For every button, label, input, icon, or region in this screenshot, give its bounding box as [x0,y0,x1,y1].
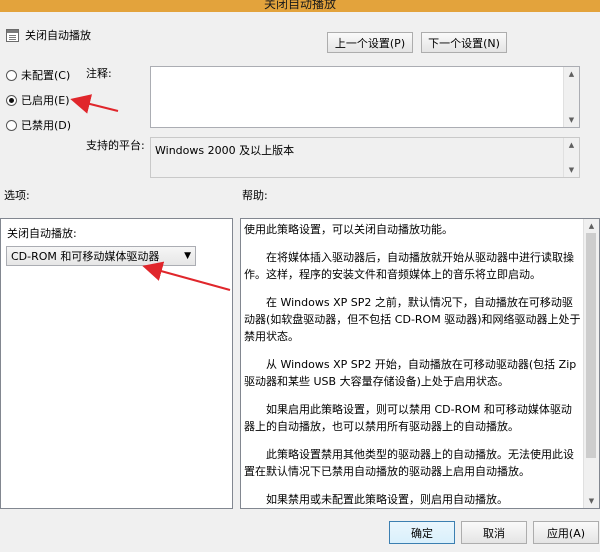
triangle-up-icon[interactable]: ▲ [564,67,579,81]
radio-label: 已启用(E) [21,94,70,107]
cancel-button[interactable]: 取消 [461,521,527,544]
platform-field: Windows 2000 及以上版本 ▲ ▼ [150,137,580,178]
help-paragraph: 从 Windows XP SP2 开始，自动播放在可移动驱动器(包括 Zip 驱… [244,358,577,388]
triangle-up-icon[interactable]: ▲ [564,138,579,152]
triangle-down-icon[interactable]: ▼ [564,163,579,177]
radio-not-configured[interactable]: 未配置(C) [6,67,70,83]
help-paragraph: 如果启用此策略设置，则可以禁用 CD-ROM 和可移动媒体驱动器上的自动播放，也… [244,403,572,433]
chevron-down-icon[interactable]: ▼ [184,251,191,261]
help-paragraph: 在将媒体插入驱动器后，自动播放就开始从驱动器中进行读取操作。这样，程序的安装文件… [244,251,574,281]
autoplay-field-label: 关闭自动播放: [7,227,77,240]
autoplay-dropdown-value: CD-ROM 和可移动媒体驱动器 [11,250,160,263]
radio-label: 未配置(C) [21,69,71,82]
triangle-down-icon[interactable]: ▼ [584,494,599,508]
policy-name: 关闭自动播放 [25,29,91,42]
radio-circle[interactable] [6,69,17,81]
triangle-up-icon[interactable]: ▲ [584,219,599,233]
help-paragraph: 如果禁用或未配置此策略设置，则启用自动播放。 [266,493,508,506]
help-scroll-thumb[interactable] [586,233,596,458]
help-scrollbar[interactable]: ▲ ▼ [583,219,599,508]
comment-label: 注释: [86,67,112,80]
next-setting-button[interactable]: 下一个设置(N) [421,32,507,53]
help-panel: 使用此策略设置，可以关闭自动播放功能。 在将媒体插入驱动器后，自动播放就开始从驱… [240,218,600,509]
platform-value: Windows 2000 及以上版本 [155,144,295,157]
platform-label: 支持的平台: [86,139,145,152]
title-bar[interactable]: 关闭自动播放 [0,0,600,12]
radio-circle[interactable] [6,94,17,106]
radio-label: 已禁用(D) [21,119,72,132]
help-paragraph: 在 Windows XP SP2 之前，默认情况下，自动播放在可移动驱动器(如软… [244,296,581,343]
autoplay-dropdown[interactable]: CD-ROM 和可移动媒体驱动器 ▼ [6,246,196,266]
help-paragraph: 使用此策略设置，可以关闭自动播放功能。 [244,223,453,236]
radio-enabled[interactable]: 已启用(E) [6,92,70,108]
arrow-to-enabled [70,94,119,114]
radio-circle[interactable] [6,119,17,131]
comment-scrollbar[interactable]: ▲ ▼ [563,67,579,127]
radio-disabled[interactable]: 已禁用(D) [6,117,71,133]
prev-setting-button[interactable]: 上一个设置(P) [327,32,413,53]
policy-header: 关闭自动播放 [6,27,91,43]
policy-setting-icon [6,28,19,42]
help-paragraph: 此策略设置禁用其他类型的驱动器上的自动播放。无法使用此设置在默认情况下已禁用自动… [244,448,574,478]
ok-button[interactable]: 确定 [389,521,455,544]
triangle-down-icon[interactable]: ▼ [564,113,579,127]
window-title: 关闭自动播放 [263,0,336,11]
apply-button[interactable]: 应用(A) [533,521,599,544]
platform-scrollbar[interactable]: ▲ ▼ [563,138,579,177]
options-section-label: 选项: [4,189,30,202]
help-text: 使用此策略设置，可以关闭自动播放功能。 在将媒体插入驱动器后，自动播放就开始从驱… [244,221,581,508]
help-section-label: 帮助: [242,189,268,202]
comment-textarea[interactable]: ▲ ▼ [150,66,580,128]
